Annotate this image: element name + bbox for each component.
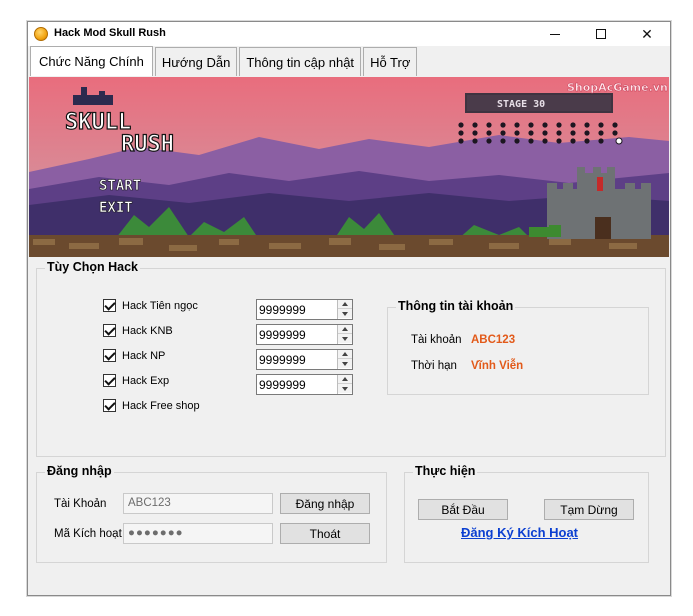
banner-title-line2: RUSH — [121, 132, 174, 157]
game-banner: SKULL RUSH START EXIT STAGE 30 ShopAcGam… — [29, 77, 669, 257]
checkbox-label: Hack Exp — [122, 374, 170, 387]
tab-main-functions[interactable]: Chức Năng Chính — [30, 46, 153, 76]
close-button[interactable]: ✕ — [624, 22, 670, 46]
spinner-value: 9999999 — [259, 353, 306, 367]
login-account-label: Tài Khoản — [54, 498, 107, 510]
checkbox-hack-np[interactable]: Hack NP — [103, 349, 165, 362]
tab-update-info[interactable]: Thông tin cập nhật — [239, 47, 362, 76]
account-label: Tài khoản — [411, 334, 462, 346]
checkbox-checked-icon — [103, 374, 116, 387]
checkbox-label: Hack NP — [122, 349, 166, 362]
expiry-label: Thời hạn — [411, 360, 457, 372]
pause-button[interactable]: Tạm Dừng — [544, 499, 634, 520]
tab-guide[interactable]: Hướng Dẫn — [154, 47, 238, 76]
checkbox-hack-knb[interactable]: Hack KNB — [103, 324, 173, 337]
start-button[interactable]: Bắt Đầu — [418, 499, 508, 520]
arrow-up-icon — [342, 352, 348, 356]
app-window: Hack Mod Skull Rush ✕ Chức Năng Chính Hư… — [27, 21, 671, 596]
spin-up-button[interactable] — [338, 300, 352, 309]
arrow-down-icon — [342, 336, 348, 341]
spin-down-button[interactable] — [338, 384, 352, 393]
account-info-group: Thông tin tài khoản Tài khoản ABC123 Thờ… — [387, 299, 649, 395]
execute-group: Thực hiện Bắt Đầu Tạm Dừng Đăng Ký Kích … — [404, 464, 649, 563]
checkbox-label: Hack Free shop — [122, 399, 200, 412]
login-account-input[interactable]: ABC123 — [123, 493, 273, 514]
checkbox-hack-free-shop[interactable]: Hack Free shop — [103, 399, 200, 412]
spinner-knb[interactable]: 9999999 — [256, 324, 353, 345]
arrow-down-icon — [342, 311, 348, 316]
maximize-button[interactable] — [578, 22, 624, 46]
expiry-value: Vĩnh Viễn — [471, 360, 524, 372]
arrow-down-icon — [342, 386, 348, 391]
account-info-title: Thông tin tài khoản — [396, 299, 516, 313]
checkbox-label: Hack Tiên ngọc — [122, 299, 198, 312]
app-icon — [34, 27, 48, 41]
spinner-value: 9999999 — [259, 303, 306, 317]
activation-code-input[interactable]: ●●●●●●● — [123, 523, 273, 544]
spinner-value: 9999999 — [259, 378, 306, 392]
maximize-icon — [596, 29, 606, 39]
arrow-up-icon — [342, 377, 348, 381]
checkbox-label: Hack KNB — [122, 324, 173, 337]
window-title: Hack Mod Skull Rush — [54, 27, 166, 39]
banner-menu-start: START — [99, 178, 141, 194]
spinner-np[interactable]: 9999999 — [256, 349, 353, 370]
exit-button[interactable]: Thoát — [280, 523, 370, 544]
banner-watermark: ShopAcGame.vn — [567, 81, 668, 94]
tab-strip: Chức Năng Chính Hướng Dẫn Thông tin cập … — [30, 46, 419, 76]
activation-code-label: Mã Kích hoạt — [54, 528, 122, 540]
checkbox-hack-tien-ngoc[interactable]: Hack Tiên ngọc — [103, 299, 198, 312]
minimize-icon — [550, 33, 560, 35]
register-activation-link[interactable]: Đăng Ký Kích Hoạt — [461, 525, 578, 540]
arrow-up-icon — [342, 302, 348, 306]
checkbox-checked-icon — [103, 399, 116, 412]
arrow-up-icon — [342, 327, 348, 331]
spinner-value: 9999999 — [259, 328, 306, 342]
hack-options-group: Tùy Chọn Hack Hack Tiên ngọc Hack KNB Ha… — [36, 260, 666, 457]
arrow-down-icon — [342, 361, 348, 366]
spin-up-button[interactable] — [338, 375, 352, 384]
login-group: Đăng nhập Tài Khoản ABC123 Mã Kích hoạt … — [36, 464, 387, 563]
login-button[interactable]: Đăng nhập — [280, 493, 370, 514]
checkbox-checked-icon — [103, 299, 116, 312]
spin-down-button[interactable] — [338, 359, 352, 368]
checkbox-checked-icon — [103, 324, 116, 337]
banner-art: SKULL RUSH START EXIT STAGE 30 ShopAcGam… — [29, 77, 669, 257]
close-icon: ✕ — [641, 25, 653, 42]
spin-up-button[interactable] — [338, 325, 352, 334]
minimize-button[interactable] — [532, 22, 578, 46]
title-bar[interactable]: Hack Mod Skull Rush ✕ — [28, 22, 670, 46]
account-value: ABC123 — [471, 334, 516, 346]
hack-options-title: Tùy Chọn Hack — [45, 260, 140, 274]
checkbox-hack-exp[interactable]: Hack Exp — [103, 374, 169, 387]
spinner-exp[interactable]: 9999999 — [256, 374, 353, 395]
spin-down-button[interactable] — [338, 309, 352, 318]
spinner-tien-ngoc[interactable]: 9999999 — [256, 299, 353, 320]
execute-title: Thực hiện — [413, 464, 478, 478]
login-title: Đăng nhập — [45, 464, 114, 478]
banner-menu-exit: EXIT — [99, 200, 133, 216]
spin-down-button[interactable] — [338, 334, 352, 343]
banner-stage-label: STAGE 30 — [497, 99, 545, 110]
spin-up-button[interactable] — [338, 350, 352, 359]
tab-support[interactable]: Hỗ Trợ — [363, 47, 418, 76]
checkbox-checked-icon — [103, 349, 116, 362]
